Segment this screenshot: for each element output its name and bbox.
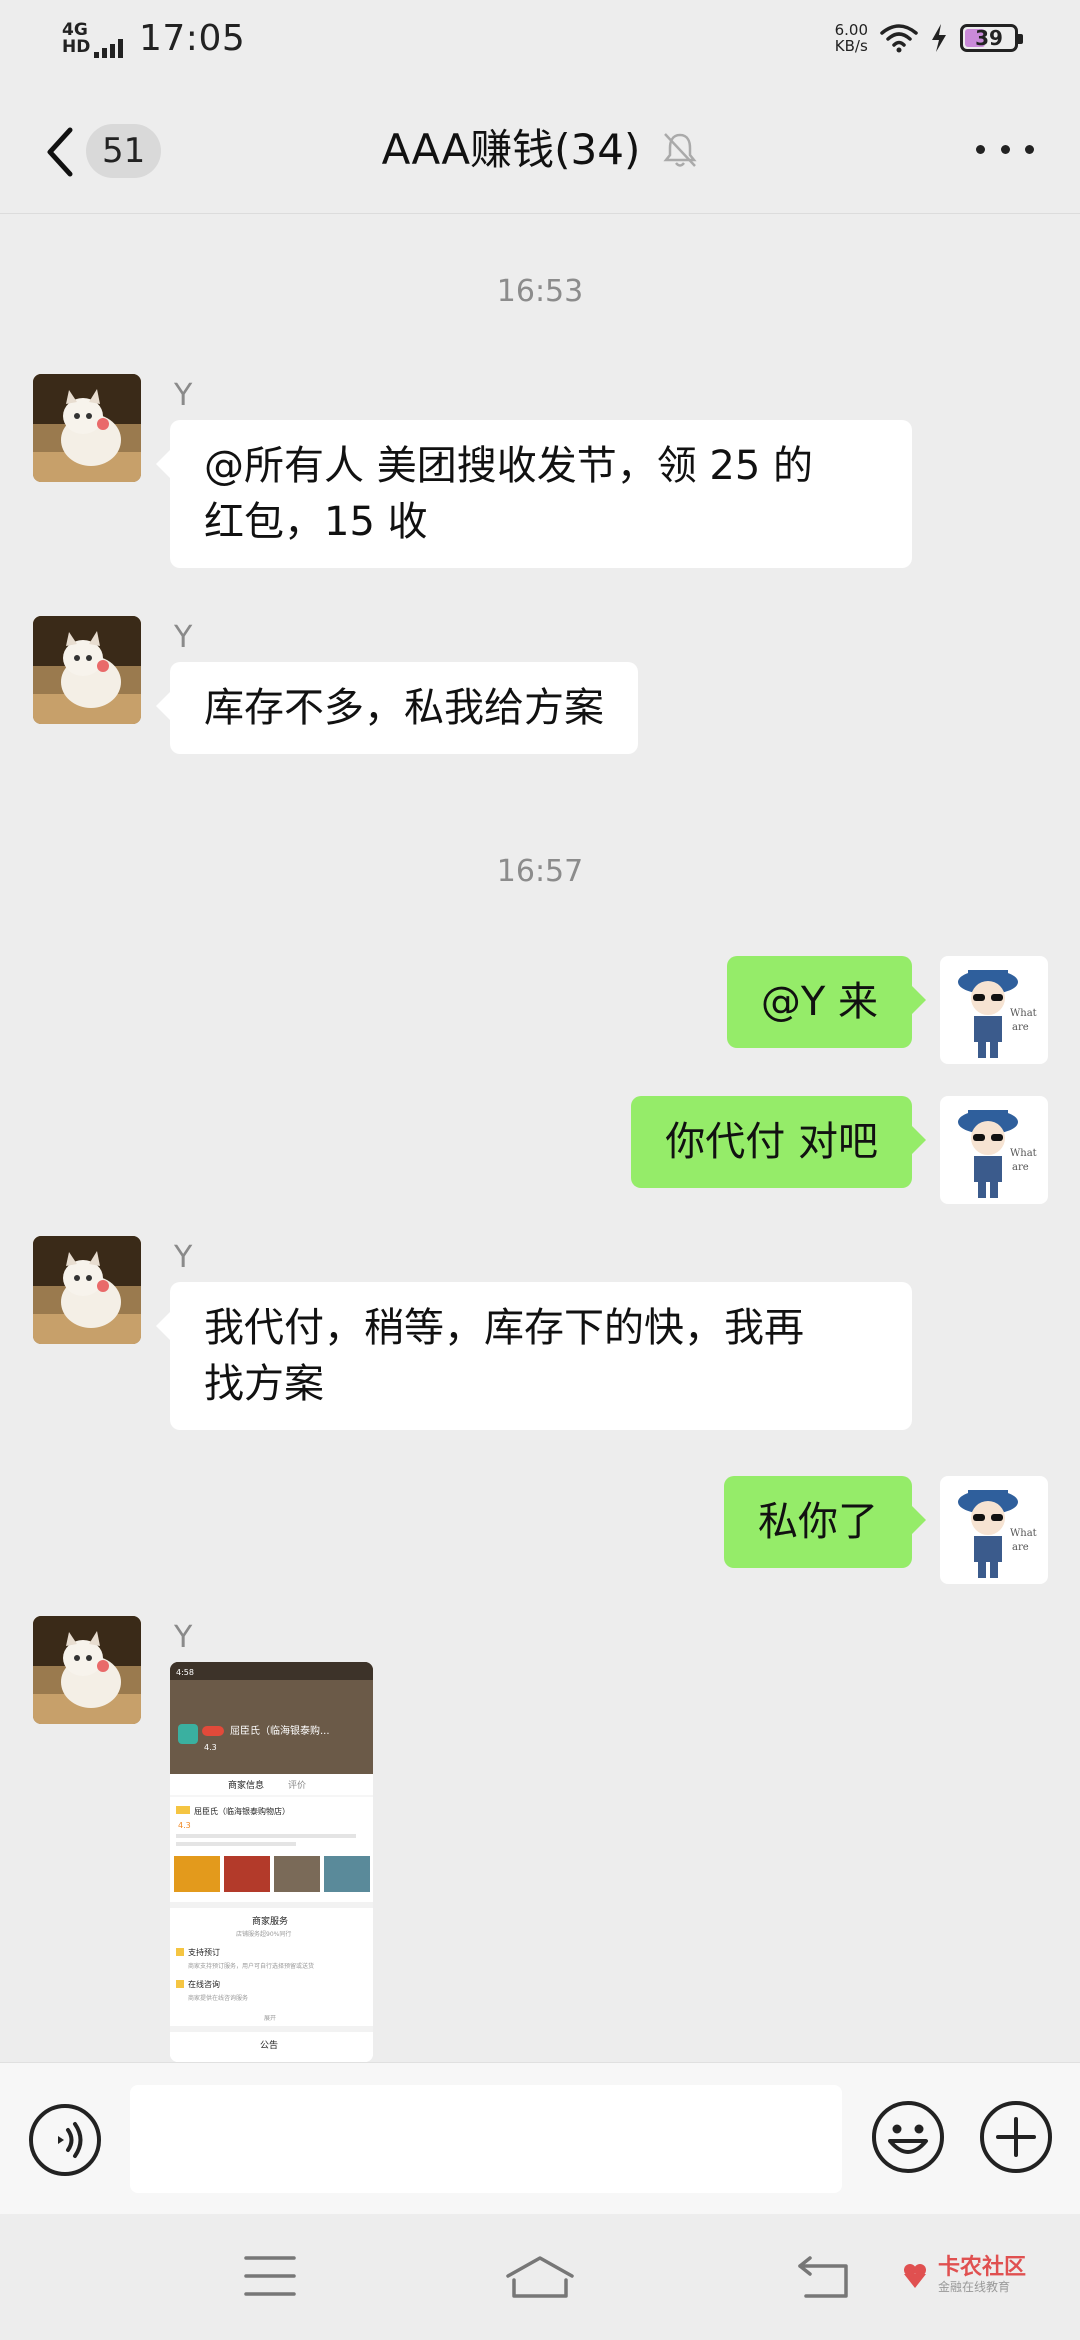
battery-icon: 39 (960, 24, 1023, 52)
svg-text:are: are (1012, 1162, 1029, 1173)
emoji-icon[interactable] (870, 2099, 946, 2175)
svg-text:What: What (1010, 1528, 1037, 1539)
svg-text:What: What (1010, 1148, 1037, 1159)
chat-title[interactable]: AAA赚钱(34) (382, 120, 641, 180)
watermark-title: 卡农社区 (938, 2255, 1027, 2280)
avatar-self[interactable]: What are (940, 1096, 1048, 1204)
net-speed-unit: KB/s (834, 37, 868, 55)
signal-icon (94, 38, 123, 58)
message-text-line: 我代付，稍等，库存下的快，我再 (204, 1305, 804, 1351)
shared-rating-badge: 4.3 (204, 1743, 217, 1752)
message-input[interactable] (130, 2085, 842, 2193)
mute-bell-icon (663, 133, 697, 167)
sender-name: Y (174, 1240, 193, 1275)
svg-text:are: are (1012, 1542, 1029, 1553)
menu-icon[interactable] (244, 2254, 296, 2298)
more-options-button[interactable] (970, 124, 1040, 174)
message-bubble[interactable]: 我代付，稍等，库存下的快，我再 找方案 (156, 1282, 912, 1430)
message-text-line: 红包，15 收 (204, 499, 428, 545)
image-message[interactable]: 4:58 4.3 屈臣氏（临海银泰购... 商家信息 评价 屈臣氏（临海银泰购物… (170, 1662, 373, 2062)
shared-shop-title: 屈臣氏（临海银泰购... (230, 1724, 330, 1737)
net-speed: 6.00 KB/s (835, 22, 868, 54)
avatar-cat[interactable] (33, 1616, 141, 1724)
shared-notice: 公告 (260, 2039, 278, 2051)
avatar-self[interactable]: What are (940, 1476, 1048, 1584)
chat-title-row: AAA赚钱(34) (0, 120, 1080, 180)
input-bar (0, 2062, 1080, 2214)
sender-name: Y (174, 620, 193, 655)
avatar-self[interactable]: What are (940, 956, 1048, 1064)
avatar-cat[interactable] (33, 374, 141, 482)
sender-name: Y (174, 378, 193, 413)
message-bubble-outgoing[interactable]: 私你了 (724, 1476, 926, 1568)
message-text-line: @所有人 美团搜收发节，领 25 的 (204, 443, 814, 489)
shared-expand: 展开 (264, 2015, 276, 2022)
wifi-icon (880, 24, 918, 53)
message-bubble-outgoing[interactable]: @Y 来 (726, 956, 927, 1048)
svg-text:are: are (1012, 1022, 1029, 1033)
avatar-cat[interactable] (33, 616, 141, 724)
shared-service-2-desc: 商家提供在线咨询服务 (188, 1994, 248, 2002)
shared-service-2: 在线咨询 (188, 1979, 220, 1989)
home-icon[interactable] (504, 2254, 576, 2300)
back-nav-icon[interactable] (796, 2254, 852, 2300)
charging-icon (932, 24, 946, 52)
shared-service-1-desc: 商家支持预订服务，用户可自行选择预留或送货 (188, 1962, 314, 1970)
shared-screenshot-image: 4:58 4.3 屈臣氏（临海银泰购... 商家信息 评价 屈臣氏（临海银泰购物… (170, 1662, 373, 2062)
message-text-line: 找方案 (204, 1361, 324, 1407)
avatar-cat[interactable] (33, 1236, 141, 1344)
time-label: 16:57 (496, 854, 584, 889)
status-right: 6.00 KB/s 39 (835, 22, 1023, 54)
system-navigation-bar: 卡农社区 金融在线教育 (0, 2214, 1080, 2340)
status-left: 4G HD 17:05 (62, 18, 245, 59)
chat-messages[interactable]: 16:53 Y @所有人 美团搜收发节，领 25 的 红包，15 收 Y 库存不… (0, 214, 1080, 2062)
shared-service-1: 支持预订 (188, 1947, 220, 1957)
battery-level: 39 (975, 26, 1003, 50)
svg-text:What: What (1010, 1008, 1037, 1019)
message-bubble[interactable]: 库存不多，私我给方案 (156, 662, 638, 754)
shared-tab-merchant: 商家信息 (228, 1779, 264, 1791)
time-label: 16:53 (496, 274, 584, 309)
status-time: 17:05 (139, 18, 246, 59)
shared-rating: 4.3 (178, 1821, 191, 1830)
watermark-subtitle: 金融在线教育 (938, 2280, 1011, 2294)
status-bar: 4G HD 17:05 6.00 KB/s 39 (0, 0, 1080, 84)
shared-shop-name: 屈臣氏（临海银泰购物店） (194, 1806, 290, 1816)
message-bubble-outgoing[interactable]: 你代付 对吧 (631, 1096, 926, 1188)
plus-icon[interactable] (978, 2099, 1054, 2175)
shared-status-time: 4:58 (176, 1668, 194, 1677)
sender-name: Y (174, 1620, 193, 1655)
watermark-icon (904, 2264, 926, 2288)
chat-header: 51 AAA赚钱(34) (0, 84, 1080, 214)
shared-tab-review: 评价 (288, 1780, 306, 1791)
voice-input-icon[interactable] (28, 2103, 102, 2177)
net-speed-value: 6.00 (834, 21, 868, 39)
shared-service-sub: 店铺服务超90%同行 (236, 1930, 291, 1938)
shared-section-service: 商家服务 (252, 1915, 288, 1927)
watermark-logo: 卡农社区 金融在线教育 (900, 2256, 1026, 2294)
message-bubble[interactable]: @所有人 美团搜收发节，领 25 的 红包，15 收 (156, 420, 912, 568)
